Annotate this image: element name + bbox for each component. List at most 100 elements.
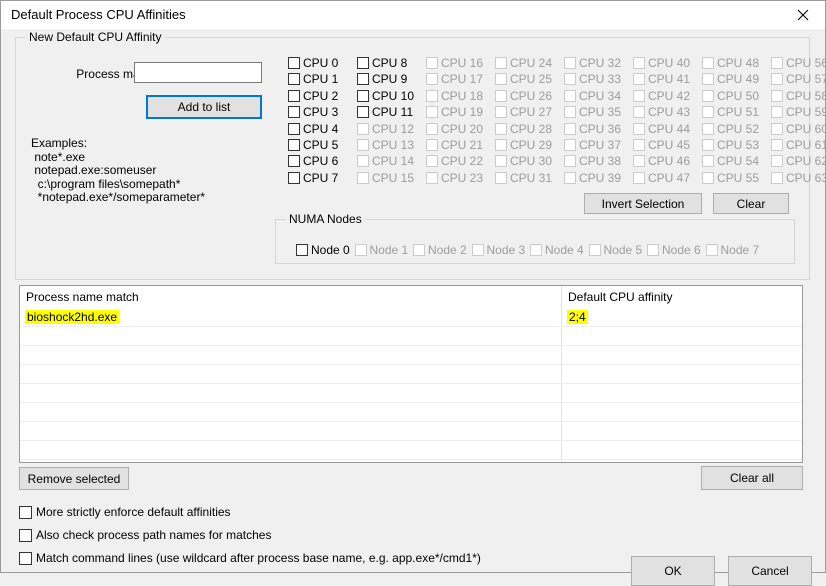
checkbox-icon[interactable]	[19, 552, 32, 565]
cpu-label: CPU 50	[717, 89, 759, 103]
cpu-checkbox-cpu-1[interactable]: CPU 1	[288, 71, 338, 87]
cpu-label: CPU 52	[717, 122, 759, 136]
checkbox-icon[interactable]	[288, 106, 300, 118]
cpu-checkbox-cpu-23: CPU 23	[426, 170, 483, 186]
remove-selected-button[interactable]: Remove selected	[19, 467, 129, 490]
cpu-checkbox-cpu-7[interactable]: CPU 7	[288, 170, 338, 186]
cpu-label: CPU 19	[441, 105, 483, 119]
checkbox-icon	[564, 73, 576, 85]
checkbox-icon	[426, 155, 438, 167]
cpu-label: CPU 6	[303, 154, 338, 168]
numa-label: Node 2	[428, 243, 467, 257]
cpu-checkbox-cpu-36: CPU 36	[564, 121, 621, 137]
cpu-checkbox-cpu-2[interactable]: CPU 2	[288, 88, 338, 104]
cpu-checkbox-cpu-18: CPU 18	[426, 88, 483, 104]
ok-button[interactable]: OK	[631, 556, 715, 586]
default-affinities-list[interactable]: Process name match Default CPU affinity …	[19, 285, 803, 463]
cpu-checkbox-cpu-8[interactable]: CPU 8	[357, 55, 407, 71]
column-divider-right	[802, 286, 803, 463]
window-title: Default Process CPU Affinities	[11, 7, 186, 22]
numa-checkbox-node-2: Node 2	[413, 242, 467, 258]
dialog-client-area: New Default CPU Affinity Process match: …	[1, 29, 825, 572]
cpu-checkbox-cpu-6[interactable]: CPU 6	[288, 153, 338, 169]
checkbox-icon[interactable]	[288, 172, 300, 184]
checkbox-icon	[426, 57, 438, 69]
checkbox-icon[interactable]	[288, 123, 300, 135]
checkbox-icon	[633, 106, 645, 118]
checkbox-icon[interactable]	[19, 529, 32, 542]
cpu-checkbox-cpu-42: CPU 42	[633, 88, 690, 104]
checkbox-icon[interactable]	[357, 90, 369, 102]
cpu-label: CPU 63	[786, 171, 826, 185]
checkbox-icon[interactable]	[288, 57, 300, 69]
checkbox-icon[interactable]	[19, 506, 32, 519]
clear-button[interactable]: Clear	[713, 193, 789, 214]
cpu-label: CPU 38	[579, 154, 621, 168]
checkbox-icon[interactable]	[288, 90, 300, 102]
cpu-checkbox-cpu-53: CPU 53	[702, 137, 759, 153]
cancel-button[interactable]: Cancel	[728, 556, 812, 586]
column-header-process-name[interactable]: Process name match	[26, 290, 139, 304]
checkbox-icon[interactable]	[288, 155, 300, 167]
cpu-checkbox-cpu-15: CPU 15	[357, 170, 414, 186]
numa-checkbox-node-1: Node 1	[355, 242, 409, 258]
cpu-checkbox-cpu-22: CPU 22	[426, 153, 483, 169]
numa-checkbox-node-0[interactable]: Node 0	[296, 242, 350, 258]
cpu-checkbox-cpu-38: CPU 38	[564, 153, 621, 169]
option-strict-enforce[interactable]: More strictly enforce default affinities	[19, 504, 231, 520]
checkbox-icon	[771, 172, 783, 184]
column-header-default-cpu-affinity[interactable]: Default CPU affinity	[568, 290, 673, 304]
checkbox-icon	[413, 244, 425, 256]
cpu-label: CPU 0	[303, 56, 338, 70]
cpu-checkbox-cpu-10[interactable]: CPU 10	[357, 88, 414, 104]
close-icon[interactable]	[780, 1, 825, 28]
cpu-checkbox-cpu-25: CPU 25	[495, 71, 552, 87]
add-to-list-button[interactable]: Add to list	[146, 95, 262, 119]
numa-checkbox-node-4: Node 4	[530, 242, 584, 258]
cpu-checkbox-cpu-9[interactable]: CPU 9	[357, 71, 407, 87]
cpu-checkbox-cpu-49: CPU 49	[702, 71, 759, 87]
cpu-label: CPU 12	[372, 122, 414, 136]
checkbox-icon[interactable]	[357, 73, 369, 85]
checkbox-icon	[495, 73, 507, 85]
cpu-checkbox-cpu-40: CPU 40	[633, 55, 690, 71]
cpu-checkbox-cpu-39: CPU 39	[564, 170, 621, 186]
cpu-label: CPU 40	[648, 56, 690, 70]
cpu-label: CPU 1	[303, 72, 338, 86]
checkbox-icon	[426, 139, 438, 151]
option-match-command-lines[interactable]: Match command lines (use wildcard after …	[19, 550, 481, 566]
option-label: Match command lines (use wildcard after …	[36, 551, 481, 565]
cpu-checkbox-cpu-3[interactable]: CPU 3	[288, 104, 338, 120]
cpu-label: CPU 53	[717, 138, 759, 152]
checkbox-icon	[771, 73, 783, 85]
checkbox-icon[interactable]	[357, 106, 369, 118]
checkbox-icon[interactable]	[357, 57, 369, 69]
process-match-input[interactable]	[134, 62, 262, 83]
cpu-checkbox-cpu-44: CPU 44	[633, 121, 690, 137]
clear-all-button[interactable]: Clear all	[701, 466, 803, 490]
cpu-checkbox-cpu-63: CPU 63	[771, 170, 826, 186]
cpu-checkbox-cpu-4[interactable]: CPU 4	[288, 121, 338, 137]
checkbox-icon	[702, 106, 714, 118]
invert-selection-button[interactable]: Invert Selection	[584, 193, 702, 214]
checkbox-icon	[495, 106, 507, 118]
checkbox-icon[interactable]	[288, 73, 300, 85]
cpu-label: CPU 59	[786, 105, 826, 119]
cpu-checkbox-cpu-29: CPU 29	[495, 137, 552, 153]
cpu-checkbox-cpu-11[interactable]: CPU 11	[357, 104, 413, 120]
option-check-path-names[interactable]: Also check process path names for matche…	[19, 527, 271, 543]
table-row[interactable]: bioshock2hd.exe2;4	[20, 308, 802, 327]
checkbox-icon[interactable]	[288, 139, 300, 151]
cpu-label: CPU 58	[786, 89, 826, 103]
cpu-checkbox-cpu-0[interactable]: CPU 0	[288, 55, 338, 71]
cpu-checkbox-cpu-41: CPU 41	[633, 71, 690, 87]
cpu-label: CPU 24	[510, 56, 552, 70]
cpu-checkbox-cpu-5[interactable]: CPU 5	[288, 137, 338, 153]
checkbox-icon[interactable]	[296, 244, 308, 256]
checkbox-icon	[771, 57, 783, 69]
checkbox-icon	[589, 244, 601, 256]
cpu-checkbox-cpu-50: CPU 50	[702, 88, 759, 104]
table-row	[20, 327, 802, 346]
cpu-label: CPU 47	[648, 171, 690, 185]
cpu-label: CPU 25	[510, 72, 552, 86]
